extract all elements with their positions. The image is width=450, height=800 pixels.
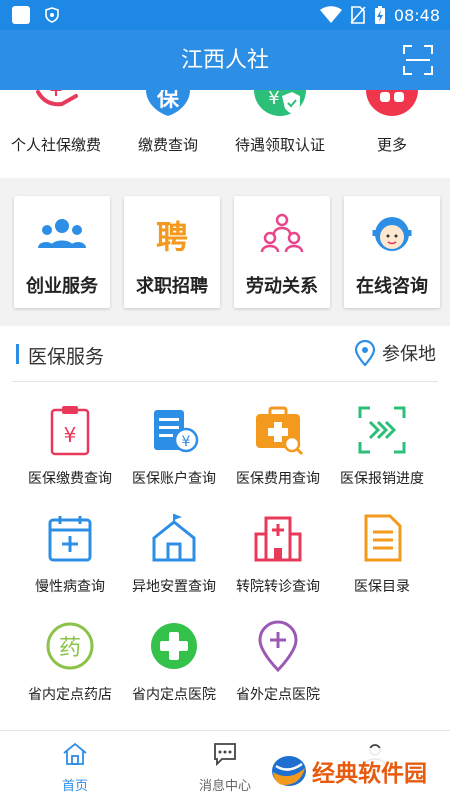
- svg-text:¥: ¥: [182, 434, 191, 450]
- house-flag-icon: [152, 514, 196, 562]
- location-label: 参保地: [382, 344, 436, 364]
- section-divider: [12, 381, 438, 382]
- card-online-consult[interactable]: 在线咨询: [344, 196, 440, 308]
- medical-item-label: 省内定点药店: [28, 686, 112, 702]
- medical-item-cost-query[interactable]: 医保费用查询: [222, 404, 334, 508]
- medical-item-transfer-query[interactable]: 转院转诊查询: [222, 512, 334, 616]
- card-label: 创业服务: [26, 276, 98, 296]
- medical-item-label: 慢性病查询: [35, 578, 105, 594]
- clipboard-yuan-icon: ¥: [50, 406, 90, 456]
- pharmacy-icon: 药: [46, 622, 94, 670]
- quick-action-more[interactable]: 更多: [336, 90, 448, 178]
- svg-text:¥: ¥: [49, 90, 63, 102]
- card-label: 在线咨询: [356, 276, 428, 296]
- svg-text:保: 保: [156, 90, 180, 112]
- quick-action-label: 个人社保缴费: [10, 137, 101, 154]
- medical-item-chronic-query[interactable]: 慢性病查询: [14, 512, 126, 616]
- service-cards-panel: 创业服务 聘 求职招聘 劳动关系 在线咨询: [0, 186, 450, 318]
- watermark-logo-icon: [272, 756, 306, 786]
- card-labor-relations[interactable]: 劳动关系: [234, 196, 330, 308]
- team-icon: [38, 219, 86, 248]
- medical-item-label: 医保账户查询: [132, 470, 216, 486]
- tab-home[interactable]: 首页: [0, 739, 150, 795]
- hospital-icon: [254, 516, 302, 562]
- quick-action-label: 更多: [376, 137, 407, 154]
- medical-item-reimburse-progress[interactable]: 医保报销进度: [326, 404, 438, 508]
- quick-action-social-pay[interactable]: ¥ 个人社保缴费: [0, 90, 112, 178]
- medical-item-label: 省内定点医院: [132, 686, 216, 702]
- tab-label: 首页: [61, 778, 88, 793]
- verified-person-icon: ¥: [254, 90, 306, 116]
- agent-icon: [372, 217, 412, 251]
- shield-icon: [45, 7, 59, 23]
- yuan-hand-icon: ¥: [30, 90, 82, 116]
- page-title: 江西人社: [180, 47, 269, 72]
- medical-item-label: 省外定点医院: [236, 686, 320, 702]
- calendar-plus-icon: [48, 516, 92, 562]
- location-selector[interactable]: 参保地: [354, 340, 436, 366]
- watermark-text: 经典软件园: [312, 760, 427, 786]
- wifi-icon: [319, 6, 342, 23]
- status-time: 08:48: [393, 5, 440, 25]
- people-tree-icon: [260, 213, 304, 253]
- medical-item-label: 医保缴费查询: [28, 470, 112, 486]
- bao-shield-icon: 保: [146, 90, 190, 116]
- section-title: 医保服务: [28, 347, 105, 368]
- card-job-hiring[interactable]: 聘 求职招聘: [124, 196, 220, 308]
- medical-item-label: 异地安置查询: [132, 578, 216, 594]
- svg-text:¥: ¥: [64, 423, 77, 447]
- quick-action-label: 待遇领取认证: [234, 137, 325, 154]
- medical-item-label: 医保报销进度: [340, 470, 424, 486]
- status-bar: 08:48: [0, 0, 450, 30]
- watermark: 经典软件园: [268, 748, 444, 794]
- medical-item-pharmacy[interactable]: 药 省内定点药店: [14, 620, 126, 724]
- no-sim-icon: [350, 6, 366, 24]
- medical-item-label: 转院转诊查询: [236, 578, 320, 594]
- medical-item-pay-query[interactable]: ¥ 医保缴费查询: [14, 404, 126, 508]
- hire-icon: 聘: [156, 218, 188, 256]
- card-entrepreneurship[interactable]: 创业服务: [14, 196, 110, 308]
- medical-item-hospital-in[interactable]: 省内定点医院: [118, 620, 230, 724]
- svg-text:聘: 聘: [156, 218, 188, 256]
- medkit-search-icon: [256, 406, 304, 456]
- home-content[interactable]: ¥ 个人社保缴费 保 缴费查询 ¥ 待遇领取认证 更多 创业服务 聘 求职招聘 …: [0, 90, 450, 730]
- battery-charging-icon: [374, 6, 385, 24]
- message-icon: [214, 743, 236, 767]
- svg-text:药: 药: [59, 636, 81, 661]
- location-pin-icon: [354, 340, 376, 366]
- quick-actions-panel: ¥ 个人社保缴费 保 缴费查询 ¥ 待遇领取认证 更多: [0, 90, 450, 178]
- account-card-icon: ¥: [154, 410, 199, 453]
- app-bar: 江西人社: [0, 30, 450, 90]
- section-accent-bar: [16, 344, 19, 364]
- card-label: 劳动关系: [246, 276, 318, 296]
- medical-services-panel: 医保服务 参保地 ¥ 医保缴费查询 ¥ 医保账户查询 医保费用查询 医保报销进度…: [0, 326, 450, 730]
- section-header: 医保服务 参保地: [0, 326, 450, 382]
- medical-item-catalog[interactable]: 医保目录: [326, 512, 438, 616]
- quick-action-benefit-verify[interactable]: ¥ 待遇领取认证: [224, 90, 336, 178]
- quick-action-pay-query[interactable]: 保 缴费查询: [112, 90, 224, 178]
- medical-item-hospital-out[interactable]: 省外定点医院: [222, 620, 334, 724]
- medical-item-account-query[interactable]: ¥ 医保账户查询: [118, 404, 230, 508]
- home-icon: [63, 742, 87, 765]
- medical-item-relocation-query[interactable]: 异地安置查询: [118, 512, 230, 616]
- progress-scan-icon: [358, 406, 406, 454]
- green-cross-icon: [151, 623, 197, 669]
- medical-item-label: 医保目录: [354, 578, 410, 594]
- card-label: 求职招聘: [136, 276, 208, 296]
- app-square-icon: [12, 6, 30, 24]
- quick-action-label: 缴费查询: [137, 137, 198, 154]
- grid-more-icon: [366, 90, 418, 116]
- location-cross-icon: [258, 620, 298, 672]
- scan-icon[interactable]: [402, 44, 434, 76]
- svg-text:¥: ¥: [268, 90, 279, 109]
- document-list-icon: [364, 514, 402, 562]
- medical-item-label: 医保费用查询: [236, 470, 320, 486]
